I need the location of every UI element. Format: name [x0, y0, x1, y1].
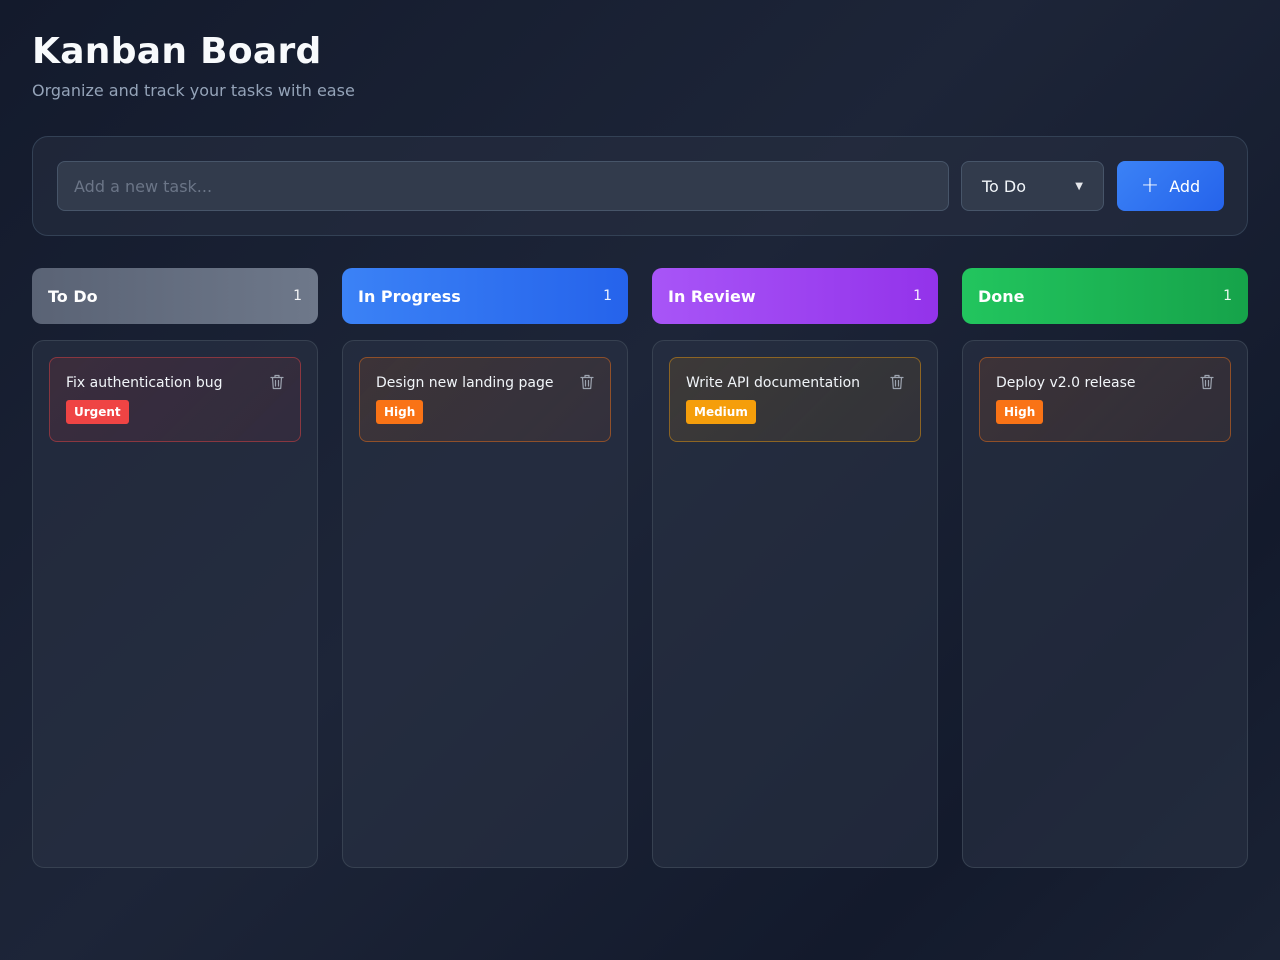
priority-badge: Urgent	[66, 400, 129, 424]
column-body[interactable]: Write API documentation Medium	[652, 340, 938, 868]
column-body[interactable]: Deploy v2.0 release High	[962, 340, 1248, 868]
trash-icon[interactable]	[580, 374, 594, 390]
column-count: 1	[603, 288, 612, 304]
priority-badge: High	[996, 400, 1044, 424]
column-done: Done 1 Deploy v2.0 release High	[962, 268, 1248, 868]
trash-icon[interactable]	[270, 374, 284, 390]
page-subtitle: Organize and track your tasks with ease	[32, 81, 355, 100]
task-card[interactable]: Write API documentation Medium	[669, 357, 921, 442]
column-title: To Do	[48, 286, 98, 306]
chevron-down-icon: ▼	[1075, 180, 1083, 192]
column-header: In Review 1	[652, 268, 938, 324]
column-in-review: In Review 1 Write API documentation Medi…	[652, 268, 938, 868]
add-task-panel: To Do ▼ + Add	[32, 136, 1248, 236]
task-card[interactable]: Fix authentication bug Urgent	[49, 357, 301, 442]
plus-icon: +	[1140, 173, 1160, 198]
task-title: Fix authentication bug	[66, 375, 223, 391]
column-in-progress: In Progress 1 Design new landing page Hi…	[342, 268, 628, 868]
task-title: Design new landing page	[376, 375, 554, 391]
column-body[interactable]: Design new landing page High	[342, 340, 628, 868]
column-select[interactable]: To Do ▼	[961, 161, 1104, 211]
column-count: 1	[293, 288, 302, 304]
column-header: In Progress 1	[342, 268, 628, 324]
priority-badge: Medium	[686, 400, 756, 424]
task-card[interactable]: Deploy v2.0 release High	[979, 357, 1231, 442]
add-task-button[interactable]: + Add	[1117, 161, 1224, 211]
column-select-value: To Do	[982, 176, 1027, 196]
task-card[interactable]: Design new landing page High	[359, 357, 611, 442]
add-button-label: Add	[1169, 176, 1201, 196]
column-count: 1	[913, 288, 922, 304]
new-task-input[interactable]	[57, 161, 949, 211]
column-body[interactable]: Fix authentication bug Urgent	[32, 340, 318, 868]
column-header: Done 1	[962, 268, 1248, 324]
column-title: Done	[978, 286, 1025, 306]
trash-icon[interactable]	[890, 374, 904, 390]
trash-icon[interactable]	[1200, 374, 1214, 390]
column-title: In Review	[668, 286, 756, 306]
header: Kanban Board Organize and track your tas…	[32, 30, 355, 102]
column-todo: To Do 1 Fix authentication bug Urgent	[32, 268, 318, 868]
task-title: Write API documentation	[686, 375, 861, 391]
priority-badge: High	[376, 400, 424, 424]
page-title: Kanban Board	[32, 31, 322, 72]
column-header: To Do 1	[32, 268, 318, 324]
task-title: Deploy v2.0 release	[996, 375, 1136, 391]
column-count: 1	[1223, 288, 1232, 304]
column-title: In Progress	[358, 286, 461, 306]
